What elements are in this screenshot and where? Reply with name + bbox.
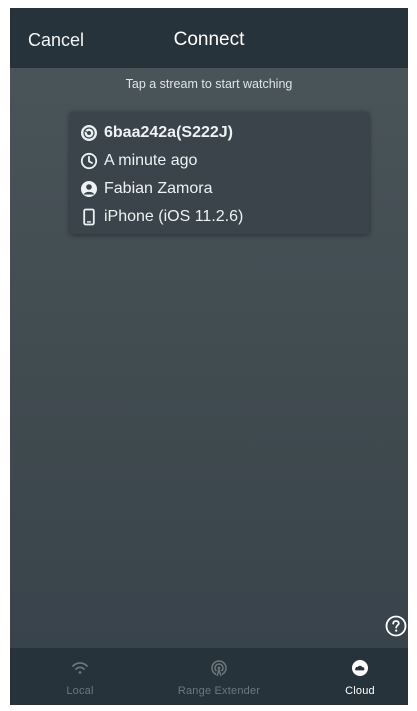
stream-time: A minute ago: [104, 152, 198, 169]
stream-user: Fabian Zamora: [104, 180, 213, 197]
help-button[interactable]: [385, 615, 407, 637]
wifi-icon: [71, 658, 89, 678]
tab-cloud[interactable]: Cloud: [320, 648, 400, 705]
user-icon: [80, 180, 98, 198]
camera-lens-icon: [80, 124, 98, 142]
tab-cloud-label: Cloud: [345, 685, 375, 697]
stream-device: iPhone (iOS 11.2.6): [104, 208, 244, 225]
tab-local-label: Local: [66, 685, 94, 697]
stream-time-row: A minute ago: [80, 149, 197, 173]
app-screen: Cancel Connect Tap a stream to start wat…: [10, 8, 408, 705]
stream-card[interactable]: 6baa242a(S222J) A minute ago Fabian Zamo…: [70, 112, 369, 234]
tab-local[interactable]: Local: [40, 648, 120, 705]
antenna-icon: [210, 658, 228, 678]
stream-device-row: iPhone (iOS 11.2.6): [80, 205, 243, 229]
stream-user-row: Fabian Zamora: [80, 177, 213, 201]
phone-icon: [80, 208, 98, 226]
stream-id: 6baa242a(S222J): [104, 124, 233, 141]
stream-id-row: 6baa242a(S222J): [80, 121, 233, 145]
instructions-text: Tap a stream to start watching: [125, 77, 293, 91]
question-icon: [385, 615, 407, 637]
tab-range-extender[interactable]: Range Extender: [159, 648, 279, 705]
page-title: Connect: [173, 29, 245, 50]
tab-range-extender-label: Range Extender: [177, 685, 261, 697]
clock-icon: [80, 152, 98, 170]
tab-bar: Local Range Extender Cloud: [10, 648, 408, 705]
navigation-bar: Cancel Connect: [10, 8, 408, 68]
cloud-icon: [351, 658, 369, 678]
